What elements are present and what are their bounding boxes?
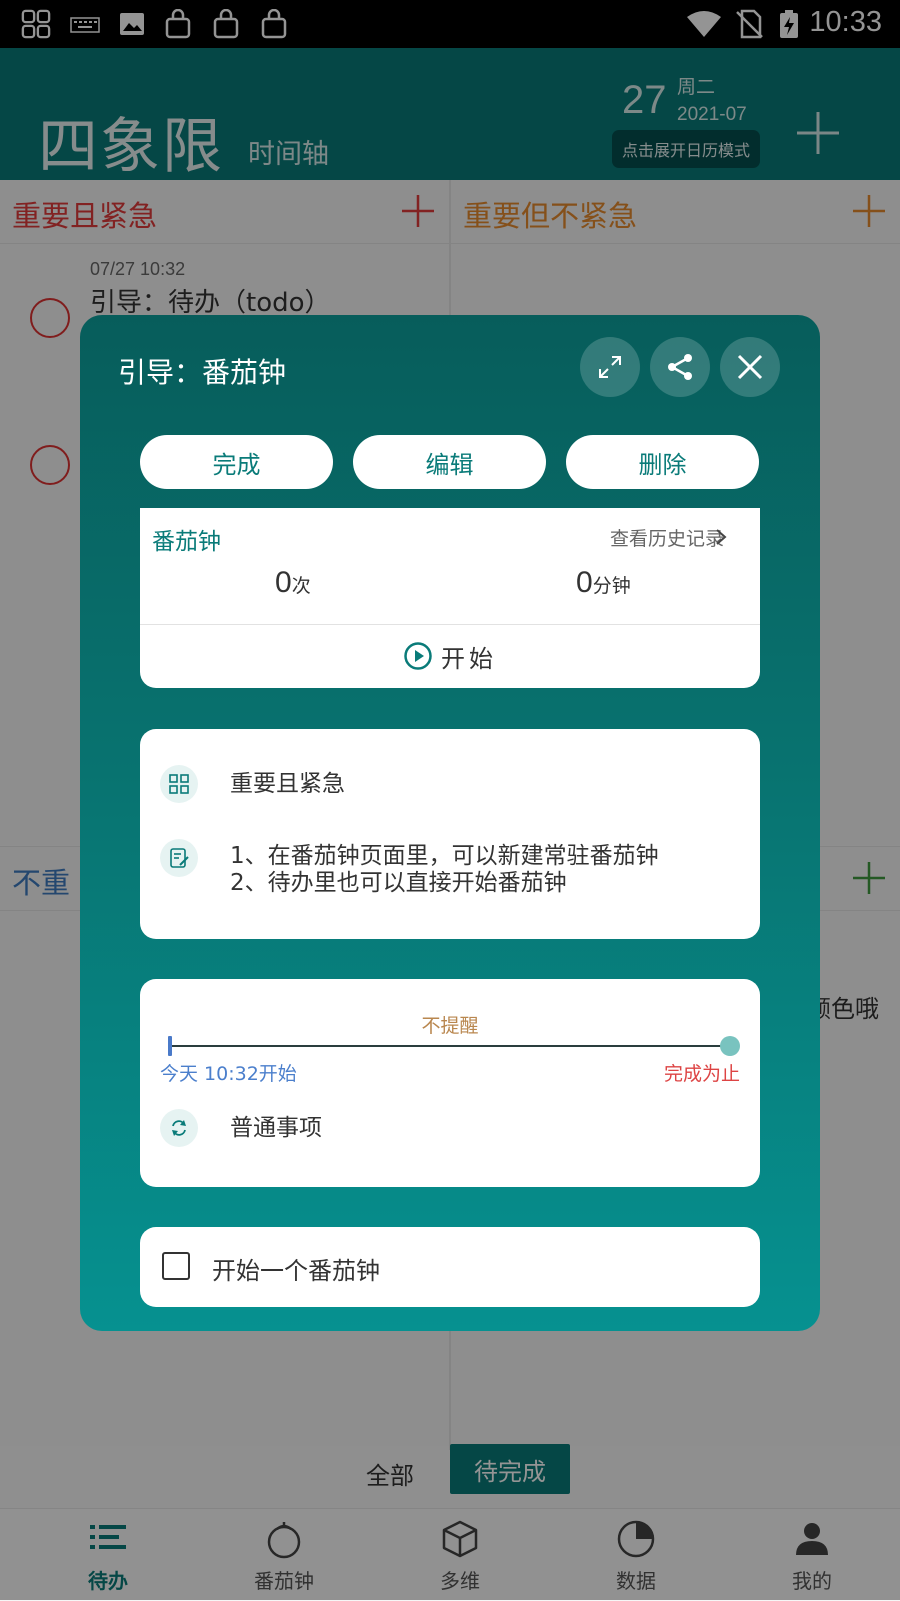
pomodoro-title: 番茄钟: [152, 529, 221, 555]
start-pomodoro-option[interactable]: 开始一个番茄钟: [140, 1227, 760, 1307]
note-line: 1、在番茄钟页面里，可以新建常驻番茄钟: [230, 843, 659, 869]
share-icon: [668, 354, 692, 380]
grid-icon: [169, 774, 189, 794]
history-link[interactable]: 查看历史记录: [610, 524, 724, 551]
done-button[interactable]: 完成: [140, 435, 333, 489]
play-circle-icon: [404, 642, 432, 670]
note-line: 2、待办里也可以直接开始番茄钟: [230, 870, 567, 896]
count-value: 0: [275, 566, 292, 599]
close-icon: [737, 354, 763, 380]
expand-button[interactable]: [580, 337, 640, 397]
timeline-start-marker[interactable]: [168, 1036, 172, 1056]
start-label: 开始: [441, 644, 497, 673]
timeline-track: [170, 1045, 730, 1047]
start-time-label[interactable]: 今天 10:32开始: [160, 1059, 297, 1086]
count-unit: 次: [291, 575, 311, 597]
repeat-icon-wrap: [160, 1109, 198, 1147]
start-pomodoro-button[interactable]: 开始: [140, 624, 760, 688]
minutes-value: 0: [576, 566, 593, 599]
reminder-label[interactable]: 不提醒: [140, 1011, 760, 1038]
delete-button[interactable]: 删除: [566, 435, 759, 489]
quadrant-icon-wrap: [160, 765, 198, 803]
dialog-title: 引导：番茄钟: [118, 356, 287, 389]
checkbox-label: 开始一个番茄钟: [212, 1257, 380, 1285]
timeline-end-marker[interactable]: [720, 1036, 740, 1056]
task-note: 1、在番茄钟页面里，可以新建常驻番茄钟 2、待办里也可以直接开始番茄钟: [230, 843, 659, 897]
pomodoro-count: 0次: [275, 566, 311, 600]
end-time-label[interactable]: 完成为止: [664, 1059, 740, 1086]
expand-icon: [599, 356, 621, 378]
task-info-card: 重要且紧急 1、在番茄钟页面里，可以新建常驻番茄钟 2、待办里也可以直接开始番茄…: [140, 729, 760, 939]
note-edit-icon: [170, 848, 189, 868]
quadrant-label: 重要且紧急: [230, 771, 345, 797]
share-button[interactable]: [650, 337, 710, 397]
schedule-card: 不提醒 今天 10:32开始 完成为止 普通事项: [140, 979, 760, 1187]
close-button[interactable]: [720, 337, 780, 397]
chevron-right-icon[interactable]: [714, 528, 728, 546]
repeat-icon: [172, 1120, 186, 1136]
start-pomodoro-checkbox[interactable]: [162, 1252, 190, 1280]
edit-button[interactable]: 编辑: [353, 435, 546, 489]
task-detail-dialog: 引导：番茄钟 完成 编辑 删除 番茄钟 查看历史记录 0次 0分钟 开始 重要且…: [80, 315, 820, 1331]
pomodoro-minutes: 0分钟: [576, 566, 631, 600]
repeat-label[interactable]: 普通事项: [230, 1115, 322, 1142]
minutes-unit: 分钟: [592, 575, 631, 597]
pomodoro-card: 番茄钟 查看历史记录 0次 0分钟 开始: [140, 508, 760, 688]
note-icon-wrap: [160, 839, 198, 877]
